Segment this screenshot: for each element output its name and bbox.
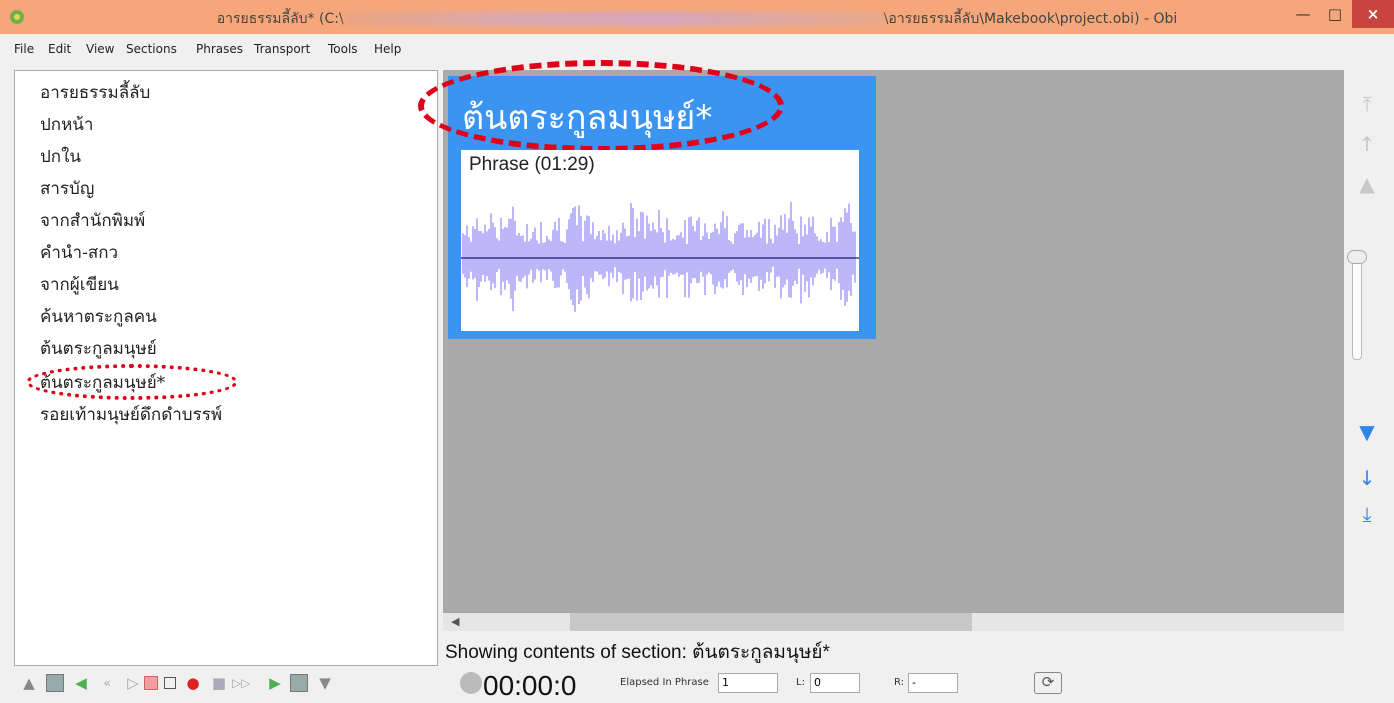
maximize-icon: □: [1327, 5, 1343, 23]
redacted-path: [343, 12, 884, 26]
zoom-slider[interactable]: [1352, 256, 1362, 360]
toc-item[interactable]: ปกหน้า: [40, 111, 93, 138]
toc-item[interactable]: สารบัญ: [40, 175, 94, 202]
menu-tools[interactable]: Tools: [328, 42, 358, 56]
annotation-dotted-circle: [26, 364, 238, 400]
stop-icon[interactable]: [164, 677, 176, 689]
l-label: L:: [796, 677, 805, 688]
toc-item[interactable]: คำนำ-สกว: [40, 239, 118, 266]
minimize-icon: —: [1295, 5, 1311, 23]
previous-section-icon[interactable]: ▲: [20, 674, 38, 692]
zoom-slider-thumb[interactable]: [1347, 250, 1367, 264]
title-bar: อารยธรรมลี้ลับ* (C:\ \อารยธรรมลี้ลับ\Make…: [0, 0, 1394, 34]
arrow-up-icon[interactable]: ↑: [1352, 132, 1382, 156]
menu-help[interactable]: Help: [374, 42, 401, 56]
l-value[interactable]: 0: [810, 673, 860, 693]
refresh-icon[interactable]: ⟳: [1034, 672, 1062, 694]
toc-item[interactable]: รอยเท้ามนุษย์ดึกดำบรรพ์: [40, 401, 222, 428]
horizontal-scrollbar[interactable]: ◀: [443, 613, 1344, 631]
next-page-icon[interactable]: [290, 674, 308, 692]
r-label: R:: [894, 677, 905, 688]
menu-transport[interactable]: Transport: [254, 42, 310, 56]
next-section-icon[interactable]: ▼: [316, 674, 334, 692]
go-to-top-icon[interactable]: ⤒: [1352, 92, 1382, 116]
toc-item[interactable]: ค้นหาตระกูลคน: [40, 303, 157, 330]
play-icon[interactable]: ▷: [124, 674, 142, 692]
toc-item[interactable]: จากสำนักพิมพ์: [40, 207, 145, 234]
toc-item[interactable]: อารยธรรมลี้ลับ: [40, 79, 150, 106]
page-down-icon[interactable]: ▼: [1352, 420, 1382, 444]
audio-waveform[interactable]: [461, 196, 859, 326]
next-phrase-icon[interactable]: ▶: [266, 674, 284, 692]
time-display: 00:00:0: [483, 670, 577, 701]
minimize-button[interactable]: —: [1288, 0, 1318, 28]
window-title: อารยธรรมลี้ลับ* (C:\ \อารยธรรมลี้ลับ\Make…: [0, 8, 1394, 30]
phrase-label: Phrase (01:29): [469, 154, 595, 175]
phrase-icon[interactable]: [46, 674, 64, 692]
elapsed-label: Elapsed In Phrase: [620, 677, 709, 688]
menu-bar: File Edit View Sections Phrases Transpor…: [0, 34, 1394, 66]
toc-panel[interactable]: อารยธรรมลี้ลับ ปกหน้า ปกใน สารบัญ จากสำน…: [14, 70, 438, 666]
arrow-down-icon[interactable]: ↓: [1352, 466, 1382, 490]
menu-edit[interactable]: Edit: [48, 42, 71, 56]
transport-toolbar: ▲ ◀ « ▷ ● ■ ▷▷ ▶ ▼ 00:00:0 Elapsed In Ph…: [0, 666, 1394, 703]
go-to-bottom-icon[interactable]: ⤓: [1352, 502, 1382, 526]
scroll-left-icon[interactable]: ◀: [451, 615, 459, 628]
menu-phrases[interactable]: Phrases: [196, 42, 243, 56]
record-pause-icon[interactable]: [144, 676, 158, 690]
menu-view[interactable]: View: [86, 42, 114, 56]
scroll-thumb[interactable]: [570, 613, 972, 631]
pause-indicator-icon[interactable]: [460, 672, 482, 694]
obi-window: อารยธรรมลี้ลับ* (C:\ \อารยธรรมลี้ลับ\Make…: [0, 0, 1394, 703]
status-line: Showing contents of section: ต้นตระกูลมน…: [443, 633, 1344, 663]
fast-forward-icon[interactable]: ▷▷: [232, 674, 250, 692]
status-text: Showing contents of section: ต้นตระกูลมน…: [445, 642, 830, 663]
record-icon[interactable]: ●: [184, 674, 202, 692]
previous-phrase-icon[interactable]: ◀: [72, 674, 90, 692]
elapsed-value[interactable]: 1: [718, 673, 778, 693]
menu-file[interactable]: File: [14, 42, 34, 56]
toc-item[interactable]: ต้นตระกูลมนุษย์: [40, 335, 157, 362]
menu-sections[interactable]: Sections: [126, 42, 177, 56]
window-title-left: อารยธรรมลี้ลับ* (C:\: [216, 11, 344, 27]
toc-item[interactable]: จากผู้เขียน: [40, 271, 119, 298]
navigation-bar: ⤒ ↑ ▲ ▼ ↓ ⤓: [1344, 70, 1394, 666]
phrase-block[interactable]: Phrase (01:29): [461, 150, 859, 331]
annotation-dashed-circle: [418, 60, 784, 152]
mark-icon[interactable]: ■: [210, 674, 228, 692]
page-up-icon[interactable]: ▲: [1352, 172, 1382, 196]
close-icon: ×: [1366, 5, 1380, 23]
close-button[interactable]: ×: [1352, 0, 1394, 28]
r-value[interactable]: -: [908, 673, 958, 693]
rewind-icon[interactable]: «: [98, 674, 116, 692]
toc-item[interactable]: ปกใน: [40, 143, 81, 170]
window-title-right: \อารยธรรมลี้ลับ\Makebook\project.obi) - …: [883, 11, 1178, 27]
maximize-button[interactable]: □: [1320, 0, 1350, 28]
